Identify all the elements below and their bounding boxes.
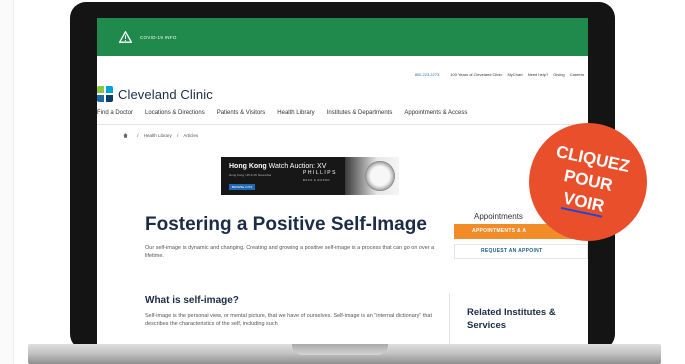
phone-number-link[interactable]: 800.223.2273 (415, 72, 439, 77)
ad-subtitle: Hong Kong / 25 & 26 November (229, 173, 272, 177)
cleveland-clinic-logo[interactable]: Cleveland Clinic (97, 86, 213, 103)
breadcrumb: / Health Library / Articles (123, 133, 198, 138)
home-icon[interactable] (123, 133, 128, 138)
utility-link-need-help[interactable]: Need help? (528, 72, 548, 77)
utility-link-mychart[interactable]: MyChart (507, 72, 522, 77)
promo-image: COVID-19 INFO 800.223.2273 100 Years of … (0, 0, 685, 364)
click-to-view-badge[interactable]: CLIQUEZ POUR VOIR (518, 112, 658, 252)
article-intro: Our self-image is dynamic and changing. … (145, 245, 435, 259)
breadcrumb-health-library[interactable]: Health Library (144, 133, 172, 138)
logo-mark-icon (97, 86, 114, 103)
related-heading-line-1: Related Institutes & (467, 307, 556, 318)
utility-link-100-years[interactable]: 100 Years of Cleveland Clinic (450, 72, 502, 77)
laptop-notch (292, 344, 388, 355)
utility-link-giving[interactable]: Giving (553, 72, 564, 77)
nav-item-institutes[interactable]: Institutes & Departments (327, 110, 393, 116)
nav-item-find-a-doctor[interactable]: Find a Doctor (97, 110, 133, 116)
nav-item-locations[interactable]: Locations & Directions (145, 110, 205, 116)
ad-title: Hong Kong Watch Auction: XV (229, 163, 326, 170)
ad-brand-subtitle: BACS & RUSSO (303, 178, 330, 182)
left-edge-panel (0, 0, 14, 364)
breadcrumb-articles[interactable]: Articles (183, 133, 198, 138)
main-nav: Find a Doctor Locations & Directions Pat… (97, 110, 479, 116)
watch-image (365, 161, 395, 191)
warning-icon (119, 31, 132, 43)
section-body: Self-image is the personal view, or ment… (145, 313, 432, 327)
section-heading: What is self-image? (145, 295, 239, 306)
laptop-screen: COVID-19 INFO 800.223.2273 100 Years of … (97, 18, 588, 344)
nav-item-patients-visitors[interactable]: Patients & Visitors (217, 110, 266, 116)
nav-divider (97, 124, 588, 125)
ad-brand: PHILLIPS (303, 170, 337, 176)
breadcrumb-separator: / (177, 133, 179, 138)
related-heading-line-2: Services (467, 320, 507, 331)
request-appointment-button[interactable]: REQUEST AN APPOINT (454, 244, 588, 259)
covid-banner[interactable]: COVID-19 INFO (97, 18, 588, 56)
appointments-title: Appointments (474, 212, 523, 221)
sidebar-divider (449, 293, 450, 344)
breadcrumb-separator: / (137, 133, 139, 138)
utility-link-careers[interactable]: Careers (570, 72, 584, 77)
advertisement-banner[interactable]: Hong Kong Watch Auction: XV Hong Kong / … (221, 157, 399, 195)
nav-item-health-library[interactable]: Health Library (277, 110, 314, 116)
ad-title-rest: Watch Auction: XV (266, 163, 327, 170)
nav-item-appointments[interactable]: Appointments & Access (404, 110, 467, 116)
ad-browse-button[interactable]: BROWSE LOTS (229, 184, 255, 190)
covid-info-link[interactable]: COVID-19 INFO (140, 35, 177, 40)
brand-name: Cleveland Clinic (118, 87, 213, 102)
article-title: Fostering a Positive Self-Image (145, 214, 427, 235)
utility-links: 800.223.2273 100 Years of Cleveland Clin… (411, 72, 584, 77)
ad-title-bold: Hong Kong (229, 163, 267, 170)
related-institutes-heading: Related Institutes & Services (467, 306, 556, 332)
